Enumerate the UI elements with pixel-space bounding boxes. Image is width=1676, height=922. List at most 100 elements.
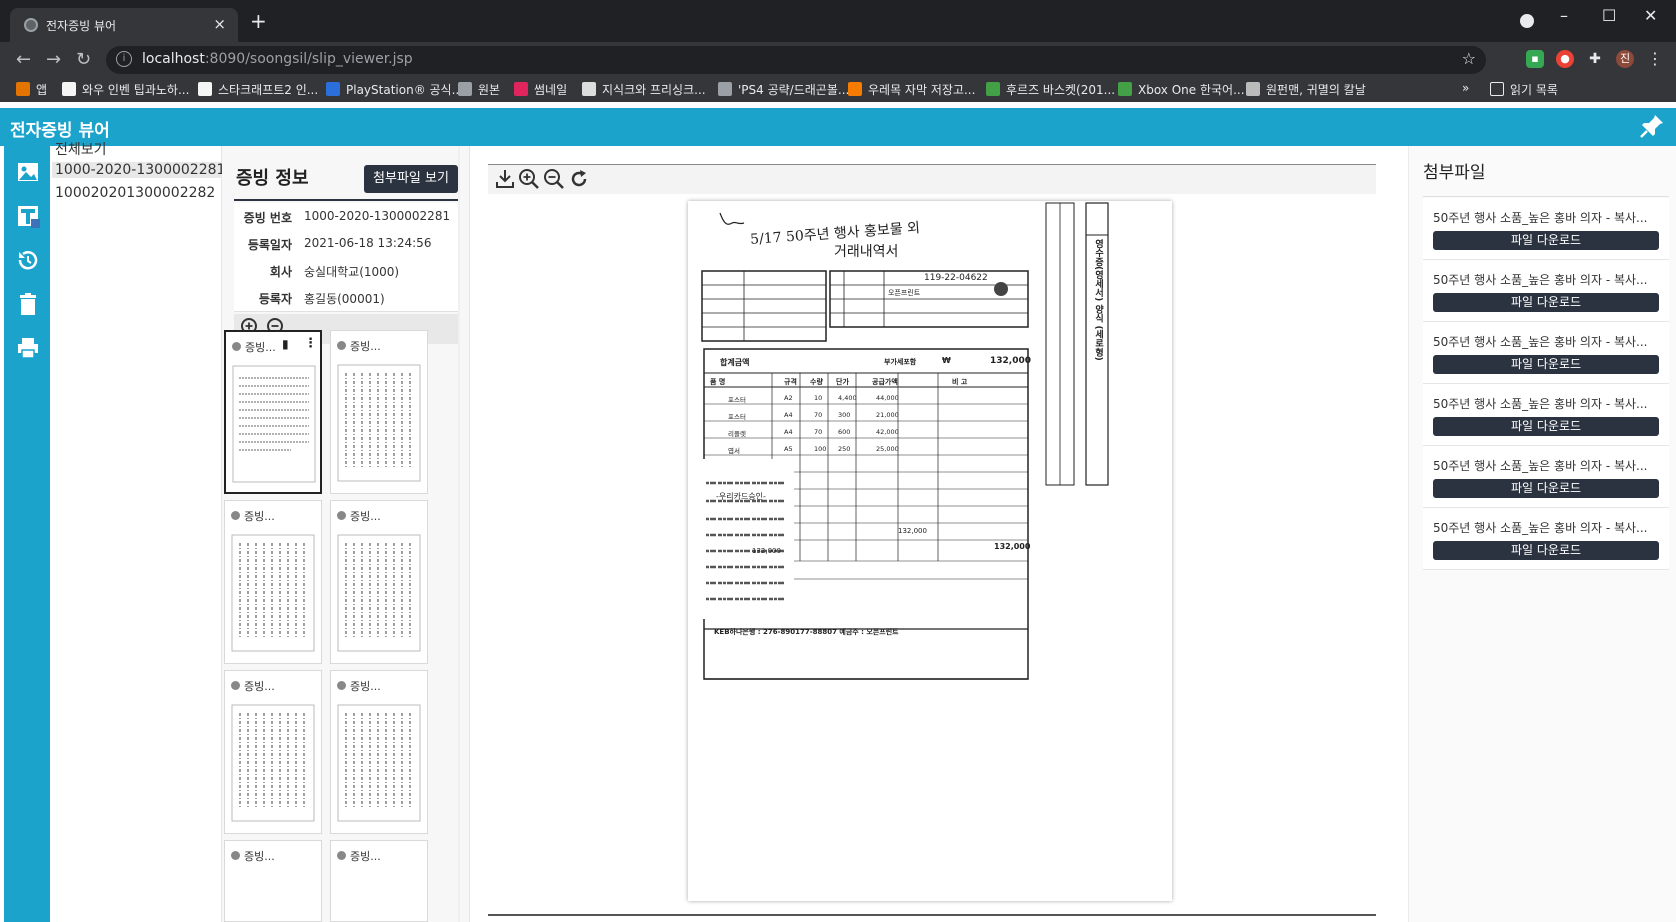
thumbnail-title: 증빙... xyxy=(350,510,381,523)
tab-bar: 전자증빙 뷰어 × + – ☐ ✕ xyxy=(0,0,1676,42)
zoom-in-icon[interactable] xyxy=(518,168,540,194)
profile-avatar[interactable]: 진 xyxy=(1616,50,1634,68)
slip-item[interactable]: 100020201300002282 xyxy=(55,185,215,201)
puzzle-icon[interactable]: ✚ xyxy=(1586,50,1604,68)
address-bar[interactable]: i localhost:8090/soongsil/slip_viewer.js… xyxy=(106,46,1486,74)
info-value: 숭실대학교(1000) xyxy=(304,265,400,279)
slip-thumbnail[interactable]: 증빙... xyxy=(330,330,428,494)
file-download-button[interactable]: 파일 다운로드 xyxy=(1433,231,1659,250)
close-window-icon[interactable]: ✕ xyxy=(1644,6,1657,25)
browser-toolbar: ← → ↻ i localhost:8090/soongsil/slip_vie… xyxy=(0,42,1676,78)
file-download-button[interactable]: 파일 다운로드 xyxy=(1433,293,1659,312)
bookmarks-more-button[interactable]: » xyxy=(1462,81,1469,95)
bookmark-item[interactable]: 앱 xyxy=(16,81,47,98)
bookmark-item[interactable]: Xbox One 한국어... xyxy=(1118,81,1245,98)
column-header: 품 명 xyxy=(710,378,726,386)
extension-record-icon[interactable]: ● xyxy=(1556,50,1574,68)
grand-total-value: 132,000 xyxy=(994,542,1031,551)
media-icon[interactable] xyxy=(1520,14,1534,28)
slip-thumbnail[interactable]: 증빙... xyxy=(330,840,428,922)
view-all-link[interactable]: 전체보기 xyxy=(55,139,107,159)
title-divider xyxy=(234,199,460,201)
extension-icon[interactable]: ▪ xyxy=(1526,50,1544,68)
info-label: 회사 xyxy=(269,265,292,279)
bookmark-item[interactable]: 후르즈 바스켓(201... xyxy=(986,81,1115,98)
reg-number: 119-22-04622 xyxy=(924,273,988,283)
bookmark-item[interactable]: 썸네일 xyxy=(514,81,567,98)
file-download-button[interactable]: 파일 다운로드 xyxy=(1433,541,1659,560)
info-row-company: 회사 숭실대학교(1000) xyxy=(234,257,460,285)
rotate-icon[interactable] xyxy=(568,168,590,194)
browser-tab[interactable]: 전자증빙 뷰어 × xyxy=(10,8,238,42)
text-icon[interactable] xyxy=(16,204,40,228)
viewer-bottom-rule xyxy=(488,914,1376,916)
bookmark-item[interactable]: 'PS4 공략/드래곤볼... xyxy=(718,81,849,98)
slip-thumbnail[interactable]: 증빙... ▮ ⋮ xyxy=(224,330,322,494)
bookmark-item[interactable]: 와우 인벤 팁과노하... xyxy=(62,81,189,98)
slip-thumbnail[interactable]: 증빙... xyxy=(224,840,322,922)
page-preview xyxy=(337,364,421,482)
bookmark-icon xyxy=(198,82,212,96)
page-preview xyxy=(337,704,421,822)
menu-kebab-icon[interactable]: ⋮ xyxy=(1646,50,1664,68)
view-attachments-button[interactable]: 첨부파일 보기 xyxy=(364,165,458,193)
attachment-filename: 50주년 행사 소품_높은 홍바 의자 - 복사... xyxy=(1433,521,1648,535)
file-download-button[interactable]: 파일 다운로드 xyxy=(1433,355,1659,374)
print-icon[interactable] xyxy=(16,336,40,360)
slip-thumbnail[interactable]: 증빙... xyxy=(224,500,322,664)
reading-list-button[interactable]: 읽기 목록 xyxy=(1490,81,1558,98)
bookmark-item[interactable]: 스타크래프트2 인... xyxy=(198,81,318,98)
attachments-panel: 첨부파일 50주년 행사 소품_높은 홍바 의자 - 복사... 파일 다운로드 5… xyxy=(1408,146,1676,922)
bookmark-icon xyxy=(718,82,732,96)
trash-icon[interactable] xyxy=(16,292,40,316)
thumbnail-label: 증빙... xyxy=(337,678,381,694)
bookmark-label: 우레목 자막 저장고... xyxy=(868,83,976,97)
bookmark-icon[interactable]: ▮ xyxy=(282,337,289,351)
status-dot-icon xyxy=(231,511,240,520)
bookmark-item[interactable]: PlayStation® 공식... xyxy=(326,81,463,98)
maximize-icon[interactable]: ☐ xyxy=(1602,6,1616,25)
slip-thumbnail[interactable]: 증빙... xyxy=(224,670,322,834)
history-icon[interactable] xyxy=(16,248,40,272)
file-download-button[interactable]: 파일 다운로드 xyxy=(1433,479,1659,498)
thumbnail-label: 증빙... xyxy=(337,848,381,864)
more-options-icon[interactable]: ⋮ xyxy=(304,336,317,351)
minimize-icon[interactable]: – xyxy=(1560,6,1568,25)
column-header: 수량 xyxy=(810,378,823,386)
reload-icon[interactable]: ↻ xyxy=(76,49,91,70)
thumbnail-label: 증빙... xyxy=(232,339,276,355)
download-icon[interactable] xyxy=(494,168,516,194)
slip-thumbnail[interactable]: 증빙... xyxy=(330,500,428,664)
slip-thumbnail[interactable]: 증빙... xyxy=(330,670,428,834)
bookmark-label: PlayStation® 공식... xyxy=(346,83,464,97)
site-info-icon[interactable]: i xyxy=(116,51,132,67)
page-preview xyxy=(232,365,316,483)
zoom-out-icon[interactable] xyxy=(543,168,565,194)
pin-icon[interactable] xyxy=(1638,112,1666,144)
back-icon[interactable]: ← xyxy=(16,49,31,70)
image-icon[interactable] xyxy=(16,160,40,184)
bookmark-item[interactable]: 우레목 자막 저장고... xyxy=(848,81,975,98)
column-header: 비 고 xyxy=(952,378,968,386)
thumbnail-label: 증빙... xyxy=(231,848,275,864)
bookmark-label: Xbox One 한국어... xyxy=(1138,83,1245,97)
thumbnail-title: 증빙... xyxy=(244,510,275,523)
thumbnail-title: 증빙... xyxy=(350,850,381,863)
tool-sidebar xyxy=(4,146,50,922)
thumb-scrollbar[interactable] xyxy=(458,146,460,922)
bookmark-item[interactable]: 원펀맨, 귀멸의 칼날 xyxy=(1246,81,1366,98)
receipt-amount: 132,000 xyxy=(752,547,781,555)
item-cell: 포스터 xyxy=(728,396,746,404)
bookmark-item[interactable]: 원본 xyxy=(458,81,500,98)
info-row-registrant: 등록자 홍길동(00001) xyxy=(234,284,460,312)
status-dot-icon xyxy=(337,681,346,690)
new-tab-button[interactable]: + xyxy=(250,11,267,31)
column-header: 단가 xyxy=(836,378,849,386)
tab-close-icon[interactable]: × xyxy=(213,15,226,33)
bookmark-star-icon[interactable]: ☆ xyxy=(1462,49,1476,68)
bookmark-icon xyxy=(62,82,76,96)
slip-item-selected[interactable]: 1000-2020-1300002281 xyxy=(52,162,225,178)
forward-icon[interactable]: → xyxy=(46,49,61,70)
bookmark-item[interactable]: 지식크와 프리싱크... xyxy=(582,81,706,98)
file-download-button[interactable]: 파일 다운로드 xyxy=(1433,417,1659,436)
